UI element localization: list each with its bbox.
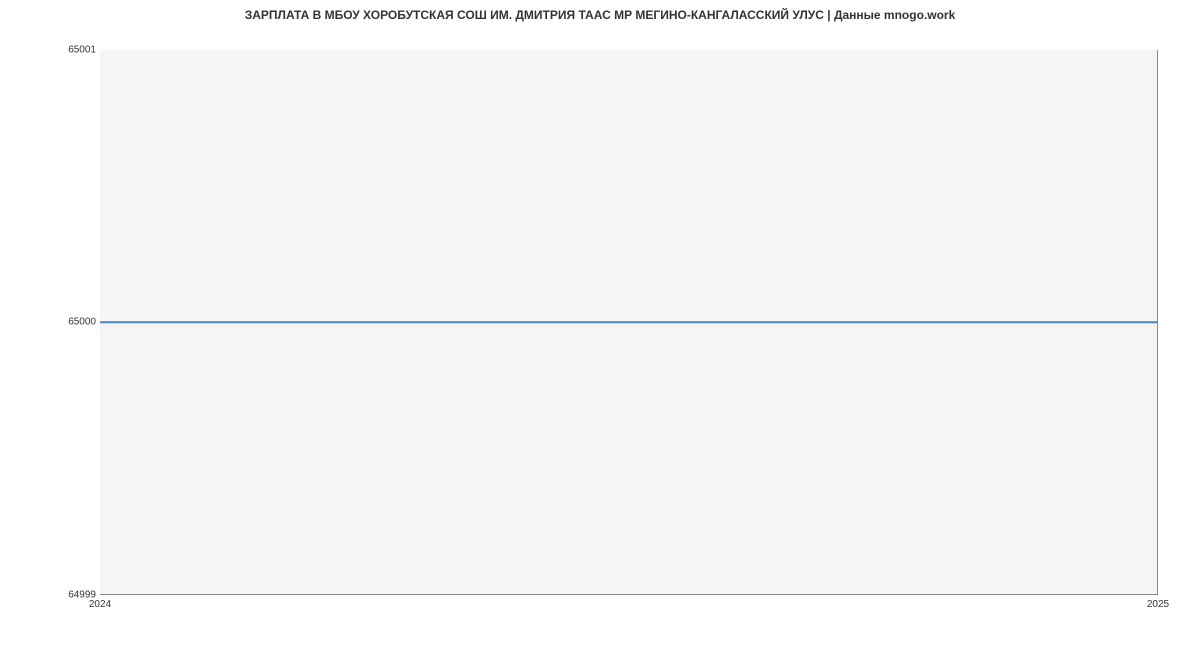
x-tick-right: 2025 <box>1147 599 1169 610</box>
chart-container: ЗАРПЛАТА В МБОУ ХОРОБУТСКАЯ СОШ ИМ. ДМИТ… <box>0 0 1200 650</box>
chart-title: ЗАРПЛАТА В МБОУ ХОРОБУТСКАЯ СОШ ИМ. ДМИТ… <box>0 8 1200 22</box>
y-tick-top: 65001 <box>68 45 96 56</box>
plot-area <box>100 50 1158 595</box>
y-tick-mid: 65000 <box>68 317 96 328</box>
data-line <box>100 321 1157 323</box>
x-tick-left: 2024 <box>89 599 111 610</box>
